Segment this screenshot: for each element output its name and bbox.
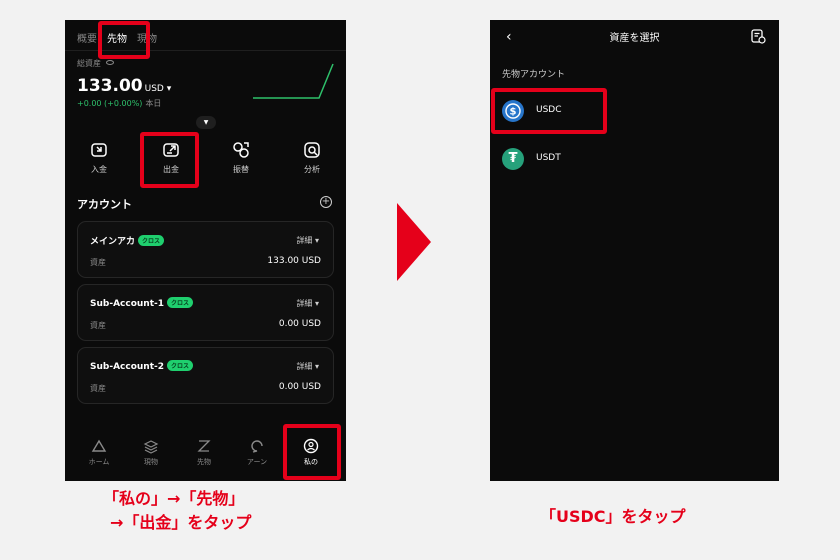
tab-overview[interactable]: 概要 bbox=[77, 30, 97, 45]
home-icon bbox=[91, 439, 107, 452]
currency-selector[interactable]: USD ▾ bbox=[145, 84, 172, 94]
balance-sparkline bbox=[253, 63, 334, 99]
earn-icon bbox=[251, 440, 263, 453]
analysis-label: 分析 bbox=[304, 165, 320, 174]
change-value: +0.00 (+0.00%) bbox=[77, 99, 143, 108]
transfer-label: 振替 bbox=[233, 165, 249, 174]
highlight-profile-nav bbox=[283, 424, 341, 480]
page-title: 資産を選択 bbox=[609, 33, 660, 44]
detail-dropdown[interactable]: 詳細 ▾ bbox=[296, 235, 319, 246]
asset-label: 資産 bbox=[90, 258, 106, 267]
highlight-futures-tab bbox=[98, 21, 150, 59]
nav-futures[interactable]: 先物 bbox=[182, 438, 226, 467]
highlight-usdc-row bbox=[491, 88, 607, 134]
usdt-icon: ₮ bbox=[502, 148, 524, 170]
nav-home[interactable]: ホーム bbox=[77, 438, 121, 467]
transfer-icon bbox=[233, 142, 249, 158]
spot-icon bbox=[143, 440, 159, 454]
cross-badge: クロス bbox=[167, 297, 194, 308]
accounts-title: アカウント bbox=[77, 198, 132, 211]
account-name: Sub-Account-1 bbox=[90, 299, 164, 309]
nav-earn[interactable]: アーン bbox=[235, 438, 279, 467]
account-card-main[interactable]: メインアカ クロス 詳細 ▾ 資産 133.00 USD bbox=[77, 221, 334, 278]
account-card-sub1[interactable]: Sub-Account-1 クロス 詳細 ▾ 資産 0.00 USD bbox=[77, 284, 334, 341]
eye-icon[interactable] bbox=[105, 60, 114, 65]
nav-futures-label: 先物 bbox=[197, 458, 211, 466]
asset-value: 133.00 USD bbox=[267, 256, 321, 266]
balance-value: 133.00 bbox=[77, 76, 143, 96]
asset-label: 資産 bbox=[90, 384, 106, 393]
futures-icon bbox=[197, 440, 211, 452]
detail-dropdown[interactable]: 詳細 ▾ bbox=[296, 298, 319, 309]
right-caption: 「USDC」をタップ bbox=[540, 507, 686, 526]
highlight-withdraw-button bbox=[140, 132, 199, 188]
account-card-sub2[interactable]: Sub-Account-2 クロス 詳細 ▾ 資産 0.00 USD bbox=[77, 347, 334, 404]
left-caption-line2: →「出金」をタップ bbox=[110, 513, 252, 532]
asset-label: 資産 bbox=[90, 321, 106, 330]
nav-earn-label: アーン bbox=[246, 458, 268, 466]
cross-badge: クロス bbox=[138, 235, 165, 246]
step-arrow-icon bbox=[397, 203, 431, 281]
total-assets-label: 総資産 bbox=[77, 58, 114, 69]
daily-change: +0.00 (+0.00%) 本日 bbox=[77, 98, 161, 109]
analysis-button[interactable]: 分析 bbox=[287, 140, 337, 175]
left-phone-screen: 概要 先物 現物 総資産 133.00 USD ▾ +0.00 (+0.00%) 本… bbox=[65, 20, 346, 481]
transfer-button[interactable]: 振替 bbox=[216, 140, 266, 175]
balance-display: 133.00 USD ▾ bbox=[77, 76, 171, 96]
asset-value: 0.00 USD bbox=[278, 382, 321, 392]
nav-spot[interactable]: 現物 bbox=[129, 438, 173, 467]
history-icon[interactable] bbox=[750, 28, 766, 44]
deposit-label: 入金 bbox=[91, 165, 107, 174]
deposit-icon bbox=[91, 143, 107, 157]
futures-account-section-label: 先物アカウント bbox=[502, 70, 566, 80]
add-account-icon[interactable]: + bbox=[320, 196, 332, 208]
cross-badge: クロス bbox=[167, 360, 194, 371]
left-caption-line1: 「私の」→「先物」 bbox=[103, 489, 245, 508]
nav-spot-label: 現物 bbox=[144, 458, 158, 466]
collapse-toggle-icon[interactable]: ▼ bbox=[196, 116, 216, 129]
change-period: 本日 bbox=[145, 99, 162, 108]
total-assets-text: 総資産 bbox=[77, 59, 101, 68]
left-caption: 「私の」→「先物」 →「出金」をタップ bbox=[103, 487, 251, 535]
coin-name: USDT bbox=[536, 153, 561, 163]
account-name-row: メインアカ クロス bbox=[90, 234, 165, 247]
header-bar: ‹ 資産を選択 bbox=[490, 20, 779, 54]
account-name: メインアカ bbox=[90, 237, 136, 247]
analysis-icon bbox=[304, 142, 320, 158]
coin-row-usdt[interactable]: ₮ USDT bbox=[502, 145, 762, 173]
account-name-row: Sub-Account-2 クロス bbox=[90, 360, 194, 372]
deposit-button[interactable]: 入金 bbox=[74, 140, 124, 175]
account-name-row: Sub-Account-1 クロス bbox=[90, 297, 194, 309]
detail-dropdown[interactable]: 詳細 ▾ bbox=[296, 361, 319, 372]
asset-value: 0.00 USD bbox=[278, 319, 321, 329]
account-name: Sub-Account-2 bbox=[90, 362, 164, 372]
nav-home-label: ホーム bbox=[88, 458, 110, 466]
action-row: 入金 出金 振替 分析 bbox=[65, 140, 346, 184]
